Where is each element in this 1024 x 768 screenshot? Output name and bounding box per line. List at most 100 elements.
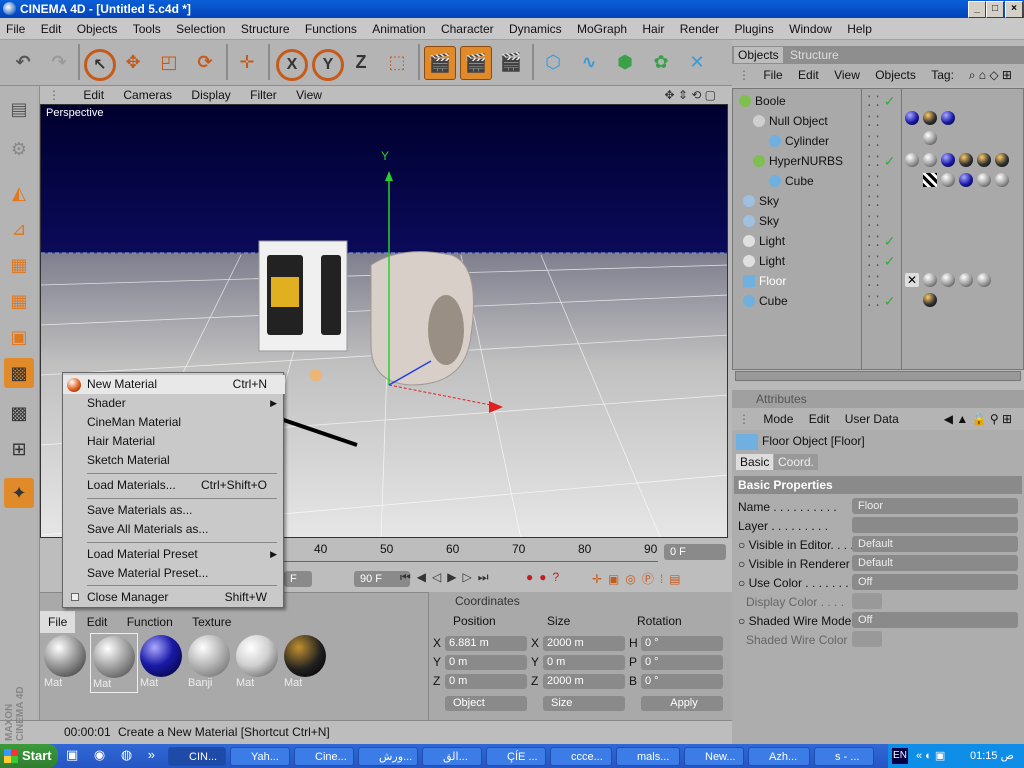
material-swatch[interactable]: Mat bbox=[138, 633, 184, 691]
menu-item-shader[interactable]: Shader ▶ bbox=[63, 394, 285, 413]
rotate-icon[interactable]: ⟳ bbox=[190, 46, 220, 78]
objects-menu-tags[interactable]: Tag: bbox=[925, 64, 960, 86]
viewport-navigation-icons[interactable]: ✥ ⇕ ⟲ ▢ bbox=[656, 86, 724, 104]
close-button[interactable]: × bbox=[1005, 1, 1023, 18]
menu-selection[interactable]: Selection bbox=[170, 18, 231, 40]
x-axis-lock-button[interactable]: X bbox=[276, 49, 308, 81]
taskbar-item[interactable]: الق... bbox=[422, 747, 482, 766]
taskbar-item[interactable]: Yah... bbox=[230, 747, 290, 766]
material-tag-icon[interactable] bbox=[905, 111, 919, 125]
quick-launch-icons[interactable]: ▣ ◉ ◍ » bbox=[66, 747, 166, 766]
spline-icon[interactable]: ∿ bbox=[574, 46, 604, 78]
menu-objects[interactable]: Objects bbox=[71, 18, 124, 40]
material-swatch[interactable]: Mat bbox=[234, 633, 280, 691]
name-field[interactable]: Floor bbox=[852, 498, 1018, 514]
menu-item-load-material-preset[interactable]: Load Material Preset ▶ bbox=[63, 545, 285, 564]
taskbar-item[interactable]: ورش... bbox=[358, 747, 418, 766]
object-row-light[interactable]: Light bbox=[733, 251, 871, 271]
layer-field[interactable] bbox=[852, 517, 1018, 533]
viewport-menu-cameras[interactable]: Cameras bbox=[115, 86, 180, 104]
object-row-sky[interactable]: Sky bbox=[733, 211, 871, 231]
taskbar-item[interactable]: Azh... bbox=[748, 747, 810, 766]
taskbar-item[interactable]: CIN... bbox=[168, 747, 226, 766]
menu-item-close-manager[interactable]: Close Manager Shift+W bbox=[63, 588, 285, 607]
material-tag-icon[interactable] bbox=[941, 111, 955, 125]
move-icon[interactable]: ✥ bbox=[118, 46, 148, 78]
material-tag-icon[interactable] bbox=[923, 111, 937, 125]
transport-buttons[interactable]: ⏮◀◁▶▷⏭ bbox=[400, 570, 495, 585]
cube-primitive-icon[interactable]: ⬡ bbox=[538, 46, 568, 78]
maximize-button[interactable]: □ bbox=[986, 1, 1004, 18]
tray-icons[interactable]: « ◐ ▣ bbox=[916, 744, 945, 768]
taskbar-item[interactable]: mals... bbox=[616, 747, 680, 766]
tab-basic[interactable]: Basic bbox=[736, 454, 774, 470]
material-menu-file[interactable]: File bbox=[40, 611, 76, 633]
deformer-icon[interactable]: ✕ bbox=[682, 46, 712, 78]
nurbs-icon[interactable]: ⬢ bbox=[610, 46, 640, 78]
object-row-floor[interactable]: Floor bbox=[733, 271, 871, 291]
menu-item-cineman-material[interactable]: CineMan Material bbox=[63, 413, 285, 432]
viewport-menu-filter[interactable]: Filter bbox=[242, 86, 285, 104]
menu-item-sketch-material[interactable]: Sketch Material bbox=[63, 451, 285, 470]
menu-item-hair-material[interactable]: Hair Material bbox=[63, 432, 285, 451]
menu-character[interactable]: Character bbox=[435, 18, 500, 40]
texture-tool-icon[interactable]: ▦ bbox=[4, 286, 34, 316]
scale-icon[interactable]: ◰ bbox=[154, 46, 184, 78]
render-picture-viewer-icon[interactable]: 🎬 bbox=[460, 46, 492, 80]
z-axis-lock-button[interactable]: Z bbox=[346, 46, 376, 78]
language-indicator[interactable]: EN bbox=[892, 748, 908, 764]
workplane-tool-icon[interactable]: ▣ bbox=[4, 322, 34, 352]
animation-mode-icon[interactable]: ▩ bbox=[4, 358, 34, 388]
menu-render[interactable]: Render bbox=[674, 18, 725, 40]
checker-icon[interactable]: ▩ bbox=[4, 398, 34, 428]
tab-objects[interactable]: Objects bbox=[734, 47, 783, 63]
taskbar-item[interactable]: ccce... bbox=[550, 747, 612, 766]
objects-menu-edit[interactable]: Edit bbox=[792, 64, 825, 86]
undo-icon[interactable]: ↶ bbox=[8, 46, 38, 78]
live-selection-icon[interactable]: ↖ bbox=[84, 49, 116, 81]
coordinate-mode-select[interactable]: Object bbox=[445, 696, 527, 711]
render-view-icon[interactable]: 🎬 bbox=[424, 46, 456, 80]
material-tag-icon[interactable] bbox=[959, 273, 973, 287]
checker-tag-icon[interactable] bbox=[923, 173, 937, 187]
material-tag-icon[interactable] bbox=[923, 293, 937, 307]
object-row-cube[interactable]: Cube bbox=[733, 291, 871, 311]
viewport-menu-view[interactable]: View bbox=[288, 86, 330, 104]
render-settings-icon[interactable]: 🎬 bbox=[496, 46, 526, 78]
menu-item-save-material-preset[interactable]: Save Material Preset... bbox=[63, 564, 285, 583]
position-z-field[interactable]: 0 m bbox=[445, 674, 527, 689]
visibility-dots[interactable]: ⁚ ⁚ bbox=[867, 211, 880, 231]
array-icon[interactable]: ✿ bbox=[646, 46, 676, 78]
visibility-dots[interactable]: ⁚ ⁚ bbox=[867, 191, 880, 211]
taskbar-item[interactable]: Cine... bbox=[294, 747, 354, 766]
material-swatch[interactable]: Mat bbox=[282, 633, 328, 691]
tab-coord[interactable]: Coord. bbox=[774, 454, 819, 470]
menu-plugins[interactable]: Plugins bbox=[728, 18, 779, 40]
y-axis-lock-button[interactable]: Y bbox=[312, 49, 344, 81]
rotation-p-field[interactable]: 0 ° bbox=[641, 655, 723, 670]
menu-functions[interactable]: Functions bbox=[299, 18, 363, 40]
menu-animation[interactable]: Animation bbox=[366, 18, 431, 40]
timeline-ruler[interactable]: 40 50 60 70 80 90 bbox=[284, 542, 658, 562]
menu-item-save-all-materials-as[interactable]: Save All Materials as... bbox=[63, 520, 285, 539]
size-x-field[interactable]: 2000 m bbox=[543, 636, 625, 651]
material-tag-icon[interactable] bbox=[959, 153, 973, 167]
material-tag-icon[interactable] bbox=[995, 173, 1009, 187]
material-tag-icon[interactable] bbox=[923, 153, 937, 167]
object-row-sky[interactable]: Sky bbox=[733, 191, 871, 211]
object-row-null[interactable]: Null Object bbox=[733, 111, 881, 131]
use-color-select[interactable]: Off bbox=[852, 574, 1018, 590]
rotation-h-field[interactable]: 0 ° bbox=[641, 636, 723, 651]
material-tag-icon[interactable] bbox=[977, 273, 991, 287]
attributes-menu-edit[interactable]: Edit bbox=[803, 408, 836, 430]
rotation-b-field[interactable]: 0 ° bbox=[641, 674, 723, 689]
size-z-field[interactable]: 2000 m bbox=[543, 674, 625, 689]
search-icon[interactable]: ⌕ ⌂ ◇ ⊞ bbox=[963, 64, 1018, 86]
shaded-wire-mode-select[interactable]: Off bbox=[852, 612, 1018, 628]
object-row-hypernurbs[interactable]: HyperNURBS bbox=[733, 151, 881, 171]
menu-structure[interactable]: Structure bbox=[235, 18, 296, 40]
material-swatch[interactable]: Mat bbox=[42, 633, 88, 691]
material-tag-icon[interactable] bbox=[959, 173, 973, 187]
record-key-buttons[interactable]: ●●? bbox=[526, 570, 565, 584]
frame-field-partial[interactable]: F bbox=[284, 571, 312, 587]
